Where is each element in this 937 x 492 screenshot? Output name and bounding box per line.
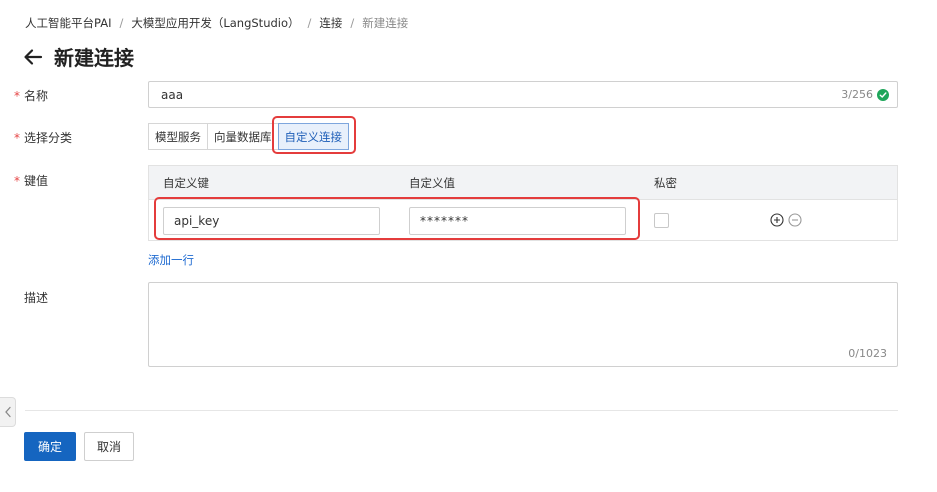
category-label: * 选择分类 <box>14 129 72 146</box>
description-label-text: 描述 <box>24 291 49 305</box>
category-option-custom[interactable]: 自定义连接 <box>277 123 349 150</box>
required-mark: * <box>14 88 20 103</box>
breadcrumb-separator: / <box>307 16 312 30</box>
check-circle-icon <box>877 88 889 101</box>
back-arrow-icon[interactable] <box>22 46 44 68</box>
chevron-left-icon <box>4 406 11 418</box>
kv-table-header: 自定义键 自定义值 私密 <box>149 166 897 199</box>
breadcrumb-separator: / <box>350 16 355 30</box>
required-mark: * <box>14 130 20 145</box>
description-label: 描述 <box>14 289 48 306</box>
required-mark: * <box>14 173 20 188</box>
kv-header-secret: 私密 <box>654 175 677 190</box>
confirm-button[interactable]: 确定 <box>24 432 76 461</box>
breadcrumb-item-pai[interactable]: 人工智能平台PAI <box>25 15 111 31</box>
footer-divider <box>25 410 898 411</box>
table-row: api_key ******* <box>149 199 897 241</box>
cancel-button[interactable]: 取消 <box>84 432 134 461</box>
kv-table: 自定义键 自定义值 私密 api_key ******* <box>148 165 898 241</box>
category-option-model-service[interactable]: 模型服务 <box>148 123 208 150</box>
sidebar-collapse-handle[interactable] <box>0 397 16 427</box>
custom-key-input[interactable]: api_key <box>163 207 380 235</box>
custom-value-input[interactable]: ******* <box>409 207 626 235</box>
description-char-count: 0/1023 <box>848 347 887 360</box>
breadcrumb: 人工智能平台PAI / 大模型应用开发（LangStudio） / 连接 / 新… <box>25 15 408 31</box>
name-input-value: aaa <box>161 87 184 102</box>
breadcrumb-item-connections[interactable]: 连接 <box>319 15 342 31</box>
name-char-count: 3/256 <box>841 88 873 101</box>
add-circle-icon[interactable] <box>770 213 784 227</box>
description-textarea[interactable]: 0/1023 <box>148 282 898 367</box>
remove-circle-icon[interactable] <box>788 213 802 227</box>
page-title: 新建连接 <box>54 46 134 70</box>
add-row-link[interactable]: 添加一行 <box>148 252 194 268</box>
category-selector: 模型服务 向量数据库 自定义连接 <box>148 123 349 150</box>
page-header: 新建连接 <box>22 42 134 71</box>
kv-label-text: 键值 <box>24 174 49 188</box>
breadcrumb-item-langstudio[interactable]: 大模型应用开发（LangStudio） <box>131 15 299 31</box>
kv-header-value: 自定义值 <box>409 175 455 190</box>
secret-checkbox[interactable] <box>654 213 669 228</box>
name-label: * 名称 <box>14 87 48 104</box>
name-label-text: 名称 <box>24 89 49 103</box>
name-input[interactable]: aaa 3/256 <box>148 81 898 108</box>
category-label-text: 选择分类 <box>24 131 73 145</box>
breadcrumb-separator: / <box>119 16 124 30</box>
breadcrumb-current: 新建连接 <box>362 16 409 30</box>
category-option-vector-db[interactable]: 向量数据库 <box>207 123 279 150</box>
kv-label: * 键值 <box>14 172 48 189</box>
kv-header-key: 自定义键 <box>163 175 209 190</box>
